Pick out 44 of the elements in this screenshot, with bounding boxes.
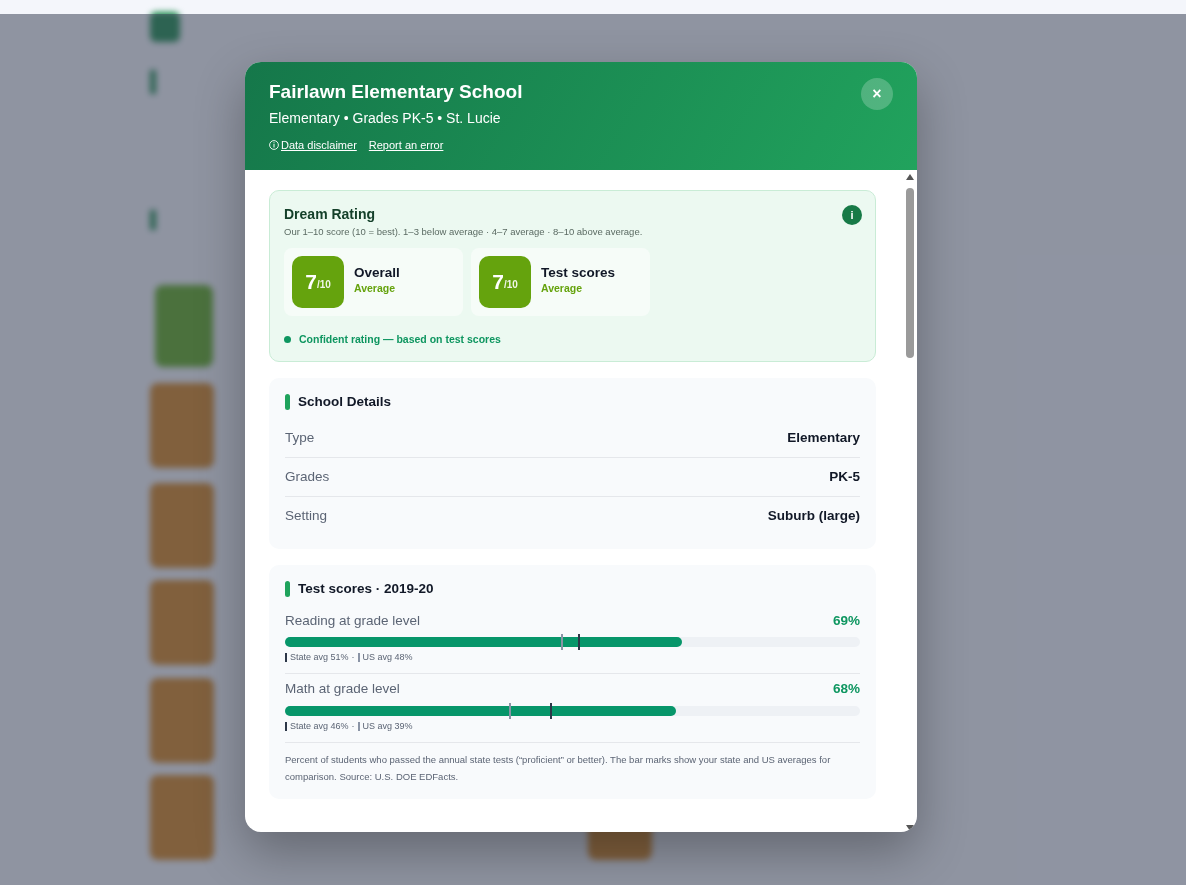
score-value: 7 (305, 268, 317, 295)
section-title: School Details (298, 393, 392, 412)
disclaimer-link[interactable]: Data disclaimer (281, 136, 357, 154)
separator: · (351, 650, 355, 664)
confidence-note: Confident rating — based on test scores (299, 331, 501, 347)
info-icon (269, 140, 279, 151)
info-button[interactable]: i (842, 205, 862, 226)
us-legend-mark (357, 653, 360, 663)
rating-level: Average (354, 281, 397, 297)
detail-label: Type (285, 428, 315, 447)
score-scale: /10 (316, 279, 331, 293)
rating-title: Dream Rating (284, 205, 376, 225)
detail-label: Grades (285, 467, 330, 486)
rating-label: Overall (354, 266, 400, 282)
close-button[interactable]: × (861, 78, 893, 110)
score-percent: 68% (832, 680, 860, 699)
score-label: Math at grade level (285, 680, 400, 699)
separator: · (351, 719, 355, 733)
state-legend-mark (285, 653, 287, 663)
detail-value: PK-5 (829, 467, 860, 486)
rating-description: Our 1–10 score (10 = best). 1–3 below average · 4–7 average · 8–10 above average. (284, 225, 644, 240)
school-subtitle: Elementary • Grades PK-5 • St. Lucie (269, 108, 502, 128)
detail-label: Setting (285, 507, 328, 526)
state-average: State avg 51% (290, 650, 349, 664)
detail-value: Elementary (787, 428, 860, 447)
score-scale: /10 (503, 279, 518, 293)
accent-bar (285, 394, 290, 411)
rating-level: Average (541, 281, 584, 297)
state-legend-mark (285, 721, 287, 731)
score-label: Reading at grade level (285, 611, 421, 630)
school-name: Fairlawn Elementary School (269, 81, 523, 104)
rating-label: Test scores (541, 266, 616, 282)
report-link[interactable]: Report an error (368, 136, 444, 154)
detail-value: Suburb (large) (767, 507, 860, 526)
scores-note: Percent of students who passed the annual state tests (“proficient” or better). The bar marks show your state and US averages for comparison. Source: U.S. DOE EDFacts. (285, 753, 832, 784)
section-title: Test scores · 2019-20 (298, 580, 434, 599)
accent-bar (285, 581, 290, 598)
us-average: US avg 39% (362, 719, 413, 733)
state-average: State avg 46% (290, 719, 349, 733)
score-value: 7 (492, 268, 504, 295)
status-dot (284, 335, 291, 343)
us-average: US avg 48% (362, 650, 413, 664)
us-legend-mark (357, 721, 360, 731)
score-percent: 69% (832, 611, 860, 630)
